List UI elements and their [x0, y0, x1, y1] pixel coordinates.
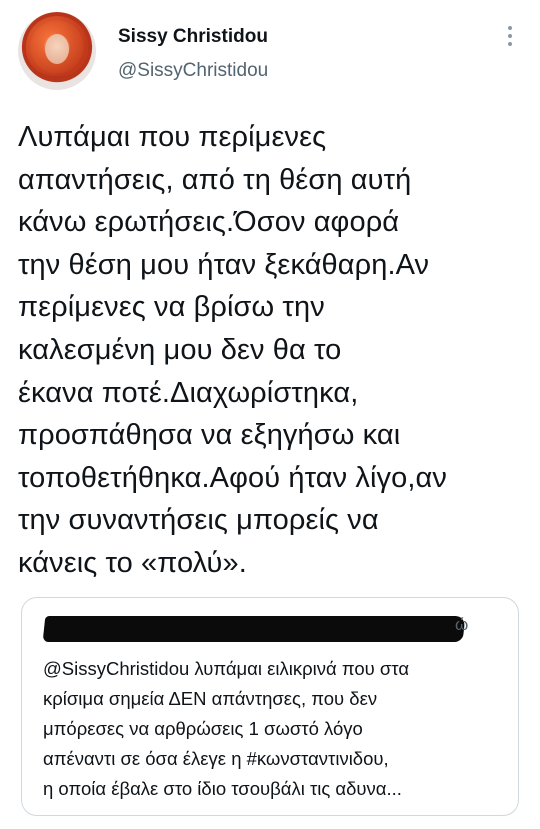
quoted-line: μπόρεσες να αρθρώσεις 1 σωστό λόγο: [43, 718, 363, 739]
tweet-line: προσπάθησα να εξηγήσω και: [18, 419, 401, 452]
author-handle[interactable]: @SissyChristidou: [118, 60, 268, 82]
tweet-text: Λυπάμαι που περίμενες απαντήσεις, από τη…: [18, 116, 524, 585]
quoted-line: @SissyChristidou λυπάμαι ειλικρινά που σ…: [43, 658, 410, 679]
quoted-tweet-card[interactable]: ώ @SissyChristidou λυπάμαι ειλικρινά που…: [21, 597, 519, 816]
more-options-icon[interactable]: [505, 24, 515, 48]
dot: [508, 34, 512, 38]
quoted-line: κρίσιμα σημεία ΔΕΝ απάντησες, που δεν: [43, 688, 378, 709]
tweet-line: απαντήσεις, από τη θέση αυτή: [18, 163, 412, 196]
dot: [508, 26, 512, 30]
avatar-face: [45, 34, 69, 64]
tweet-line: περίμενες να βρίσω την: [18, 291, 325, 324]
quoted-line: απέναντι σε όσα έλεγε η #κωνσταντινιδου,: [43, 748, 389, 769]
tweet-line: καλεσμένη μου δεν θα το: [18, 333, 342, 366]
quoted-header-suffix: ώ: [455, 615, 469, 634]
tweet-line: την συναντήσεις μπορείς να: [18, 504, 379, 537]
avatar[interactable]: [18, 12, 96, 90]
quoted-tweet-text: @SissyChristidou λυπάμαι ειλικρινά που σ…: [43, 654, 513, 804]
tweet-line: τοποθετήθηκα.Αφού ήταν λίγο,αν: [18, 461, 447, 494]
quoted-line: η οποία έβαλε στο ίδιο τσουβάλι τις αδυν…: [43, 778, 402, 799]
tweet-line: Λυπάμαι που περίμενες: [18, 121, 327, 153]
tweet-line: έκανα ποτέ.Διαχωρίστηκα,: [18, 376, 359, 409]
tweet-line: κάνεις το «πολύ».: [18, 546, 247, 579]
dot: [508, 42, 512, 46]
tweet-line: κάνω ερωτήσεις.Όσον αφορά: [18, 206, 400, 239]
tweet-line: την θέση μου ήταν ξεκάθαρη.Αν: [18, 248, 430, 281]
redaction-mark: [42, 616, 466, 642]
author-name[interactable]: Sissy Christidou: [118, 26, 268, 48]
